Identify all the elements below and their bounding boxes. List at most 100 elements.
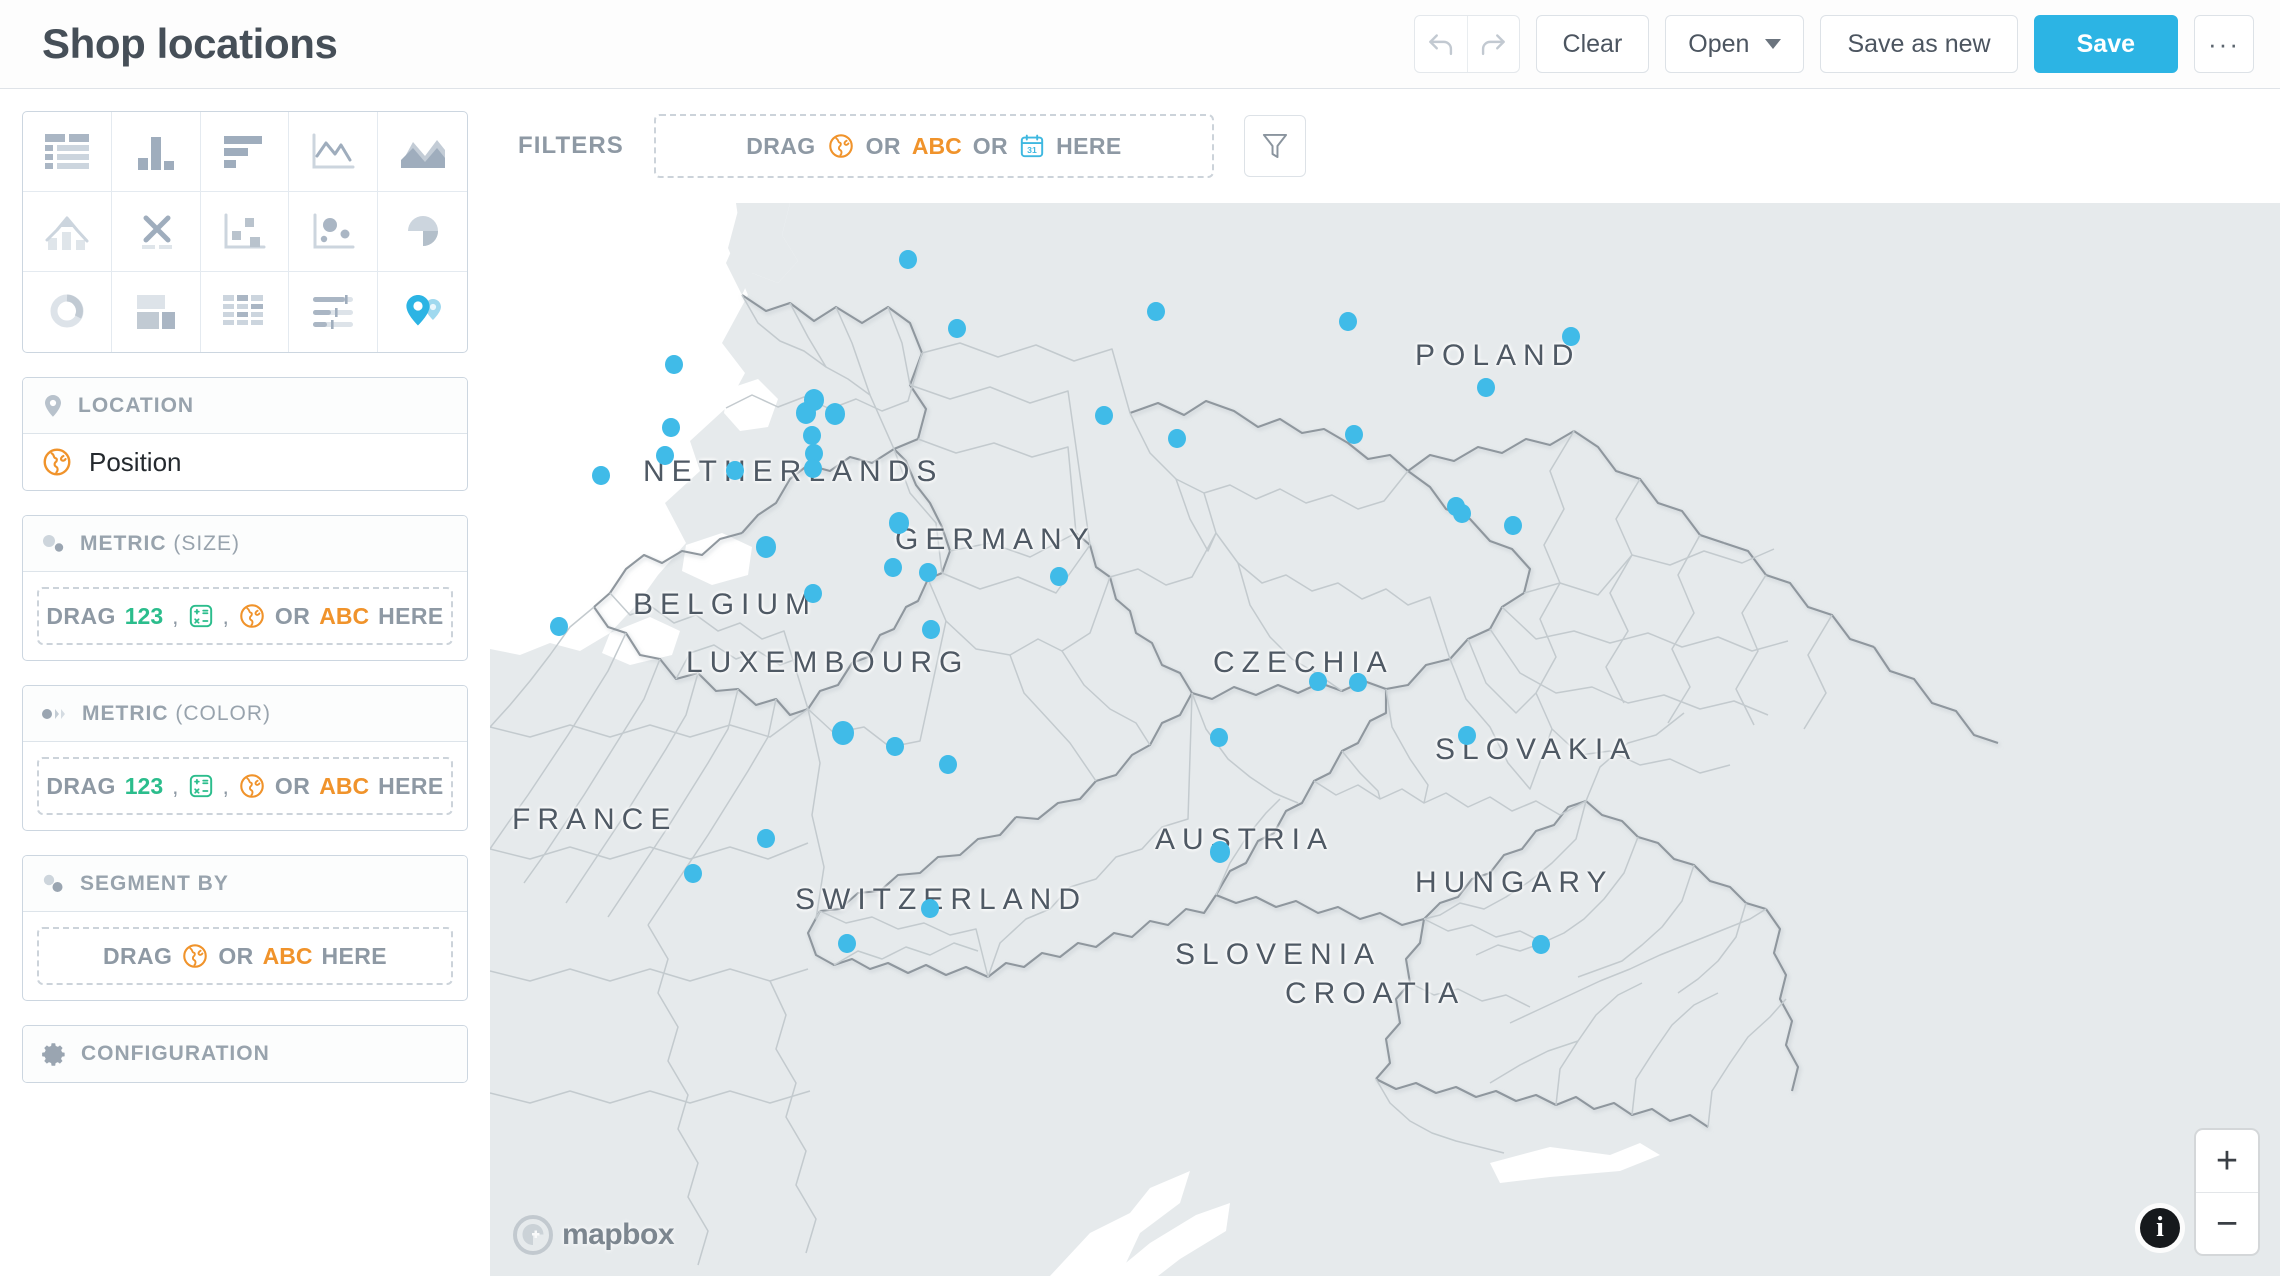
zoom-out-button[interactable]: −: [2196, 1192, 2258, 1254]
bubble-chart-icon: [307, 210, 359, 254]
map-location-dot[interactable]: [756, 536, 776, 558]
segment-by-dropzone[interactable]: DRAG OR ABC HERE: [37, 927, 453, 985]
redo-button[interactable]: [1467, 16, 1519, 72]
chart-type-column[interactable]: [112, 112, 201, 192]
chart-type-area[interactable]: [378, 112, 467, 192]
segment-by-section: SEGMENT BY DRAG OR ABC HERE: [22, 855, 468, 1001]
segment-by-drag-label: DRAG: [103, 943, 172, 970]
chart-type-bubble[interactable]: [289, 192, 378, 272]
map-location-dot[interactable]: [889, 512, 909, 534]
text-type-icon: ABC: [319, 603, 369, 630]
size-dots-icon: [41, 532, 67, 556]
toolbar-actions: Clear Open Save as new Save ···: [1414, 15, 2254, 73]
text-type-icon: ABC: [912, 133, 962, 160]
segment-dots-icon: [41, 872, 67, 896]
filter-funnel-button[interactable]: [1244, 115, 1306, 177]
text-type-icon: ABC: [319, 773, 369, 800]
save-as-new-label: Save as new: [1847, 30, 1990, 59]
metric-color-title: METRIC (COLOR): [82, 702, 271, 726]
main-content: FILTERS DRAG OR ABC OR 31 HERE: [490, 89, 2280, 1276]
chart-type-combo[interactable]: [23, 192, 112, 272]
undo-arrow-icon: [1424, 27, 1458, 61]
zoom-in-label: +: [2216, 1142, 2238, 1180]
filters-dropzone[interactable]: DRAG OR ABC OR 31 HERE: [654, 114, 1214, 178]
chart-type-pivot-table[interactable]: [201, 272, 290, 352]
calendar-31-icon: 31: [1019, 133, 1045, 159]
metric-color-title-sub: (COLOR): [169, 702, 272, 725]
chart-type-donut[interactable]: [23, 272, 112, 352]
combo-chart-icon: [41, 210, 93, 254]
geo-globe-icon: [181, 942, 209, 970]
map-zoom-controls: + −: [2196, 1130, 2258, 1254]
geo-globe-icon: [827, 132, 855, 160]
open-button-label: Open: [1688, 30, 1749, 59]
map-location-dot[interactable]: [832, 721, 854, 745]
chart-type-scatter-x[interactable]: [112, 192, 201, 272]
map-location-dot[interactable]: [796, 402, 816, 424]
color-dots-icon: [41, 704, 69, 724]
metric-color-body: DRAG 123 , , OR ABC HERE: [23, 742, 467, 830]
filters-here-label: HERE: [1056, 133, 1122, 160]
metric-size-title: METRIC (SIZE): [80, 532, 240, 556]
chart-type-line[interactable]: [289, 112, 378, 192]
metric-size-body: DRAG 123 , , OR ABC HERE: [23, 572, 467, 660]
text-type-icon: ABC: [263, 943, 313, 970]
chart-type-table[interactable]: [23, 112, 112, 192]
chart-type-pie[interactable]: [378, 192, 467, 272]
segment-by-here-label: HERE: [321, 943, 387, 970]
location-field-label: Position: [89, 447, 182, 478]
configuration-header[interactable]: CONFIGURATION: [23, 1026, 467, 1082]
pivot-table-icon: [218, 290, 270, 334]
more-options-button[interactable]: ···: [2194, 15, 2254, 73]
mapbox-wordmark: mapbox: [562, 1218, 674, 1252]
location-field-position[interactable]: Position: [23, 434, 467, 490]
metric-size-or-label: OR: [275, 603, 310, 630]
metric-size-section: METRIC (SIZE) DRAG 123 , , OR ABC HERE: [22, 515, 468, 661]
save-button[interactable]: Save: [2034, 15, 2178, 73]
chart-type-map[interactable]: [378, 272, 467, 352]
map-location-dot[interactable]: [1210, 841, 1230, 863]
numeric-type-icon: 123: [125, 603, 163, 630]
metric-color-comma-1: ,: [172, 773, 178, 800]
metric-color-title-main: METRIC: [82, 702, 169, 725]
left-config-panel: LOCATION Position METRIC (SIZE) DRAG 123…: [0, 89, 490, 1276]
map-info-button[interactable]: i: [2140, 1208, 2180, 1248]
metric-size-here-label: HERE: [378, 603, 444, 630]
map-canvas[interactable]: NETHERLANDSBELGIUMGERMANYLUXEMBOURGFRANC…: [490, 203, 2280, 1276]
metric-color-here-label: HERE: [378, 773, 444, 800]
chart-type-treemap[interactable]: [201, 192, 290, 272]
zoom-in-button[interactable]: +: [2196, 1130, 2258, 1192]
metric-color-dropzone[interactable]: DRAG 123 , , OR ABC HERE: [37, 757, 453, 815]
chart-type-bar[interactable]: [201, 112, 290, 192]
segment-by-body: DRAG OR ABC HERE: [23, 912, 467, 1000]
chart-type-layout[interactable]: [112, 272, 201, 352]
filters-label: FILTERS: [518, 132, 624, 160]
configuration-section[interactable]: CONFIGURATION: [22, 1025, 468, 1083]
chart-type-gauge-list[interactable]: [289, 272, 378, 352]
location-section-header: LOCATION: [23, 378, 467, 434]
chart-type-grid: [22, 111, 468, 353]
open-button[interactable]: Open: [1665, 15, 1804, 73]
segment-by-or-label: OR: [218, 943, 253, 970]
metric-color-header: METRIC (COLOR): [23, 686, 467, 742]
metric-size-drag-label: DRAG: [46, 603, 115, 630]
undo-button[interactable]: [1415, 16, 1467, 72]
save-as-new-button[interactable]: Save as new: [1820, 15, 2017, 73]
calculation-icon: [188, 773, 214, 799]
metric-size-dropzone[interactable]: DRAG 123 , , OR ABC HERE: [37, 587, 453, 645]
clear-button[interactable]: Clear: [1536, 15, 1650, 73]
chevron-down-icon: [1765, 39, 1781, 49]
clear-button-label: Clear: [1563, 30, 1623, 59]
metric-size-comma-2: ,: [223, 603, 229, 630]
undo-redo-group: [1414, 15, 1520, 73]
geo-globe-icon: [41, 446, 73, 478]
geo-globe-icon: [238, 602, 266, 630]
mapbox-logo-icon: [512, 1214, 554, 1256]
map-geometry: [490, 203, 2280, 1276]
map-location-dot[interactable]: [825, 403, 845, 425]
table-chart-icon: [41, 130, 93, 174]
location-section-title: LOCATION: [78, 394, 194, 418]
scatter-x-chart-icon: [130, 210, 182, 254]
mapbox-attribution[interactable]: mapbox: [512, 1214, 674, 1256]
metric-size-header: METRIC (SIZE): [23, 516, 467, 572]
